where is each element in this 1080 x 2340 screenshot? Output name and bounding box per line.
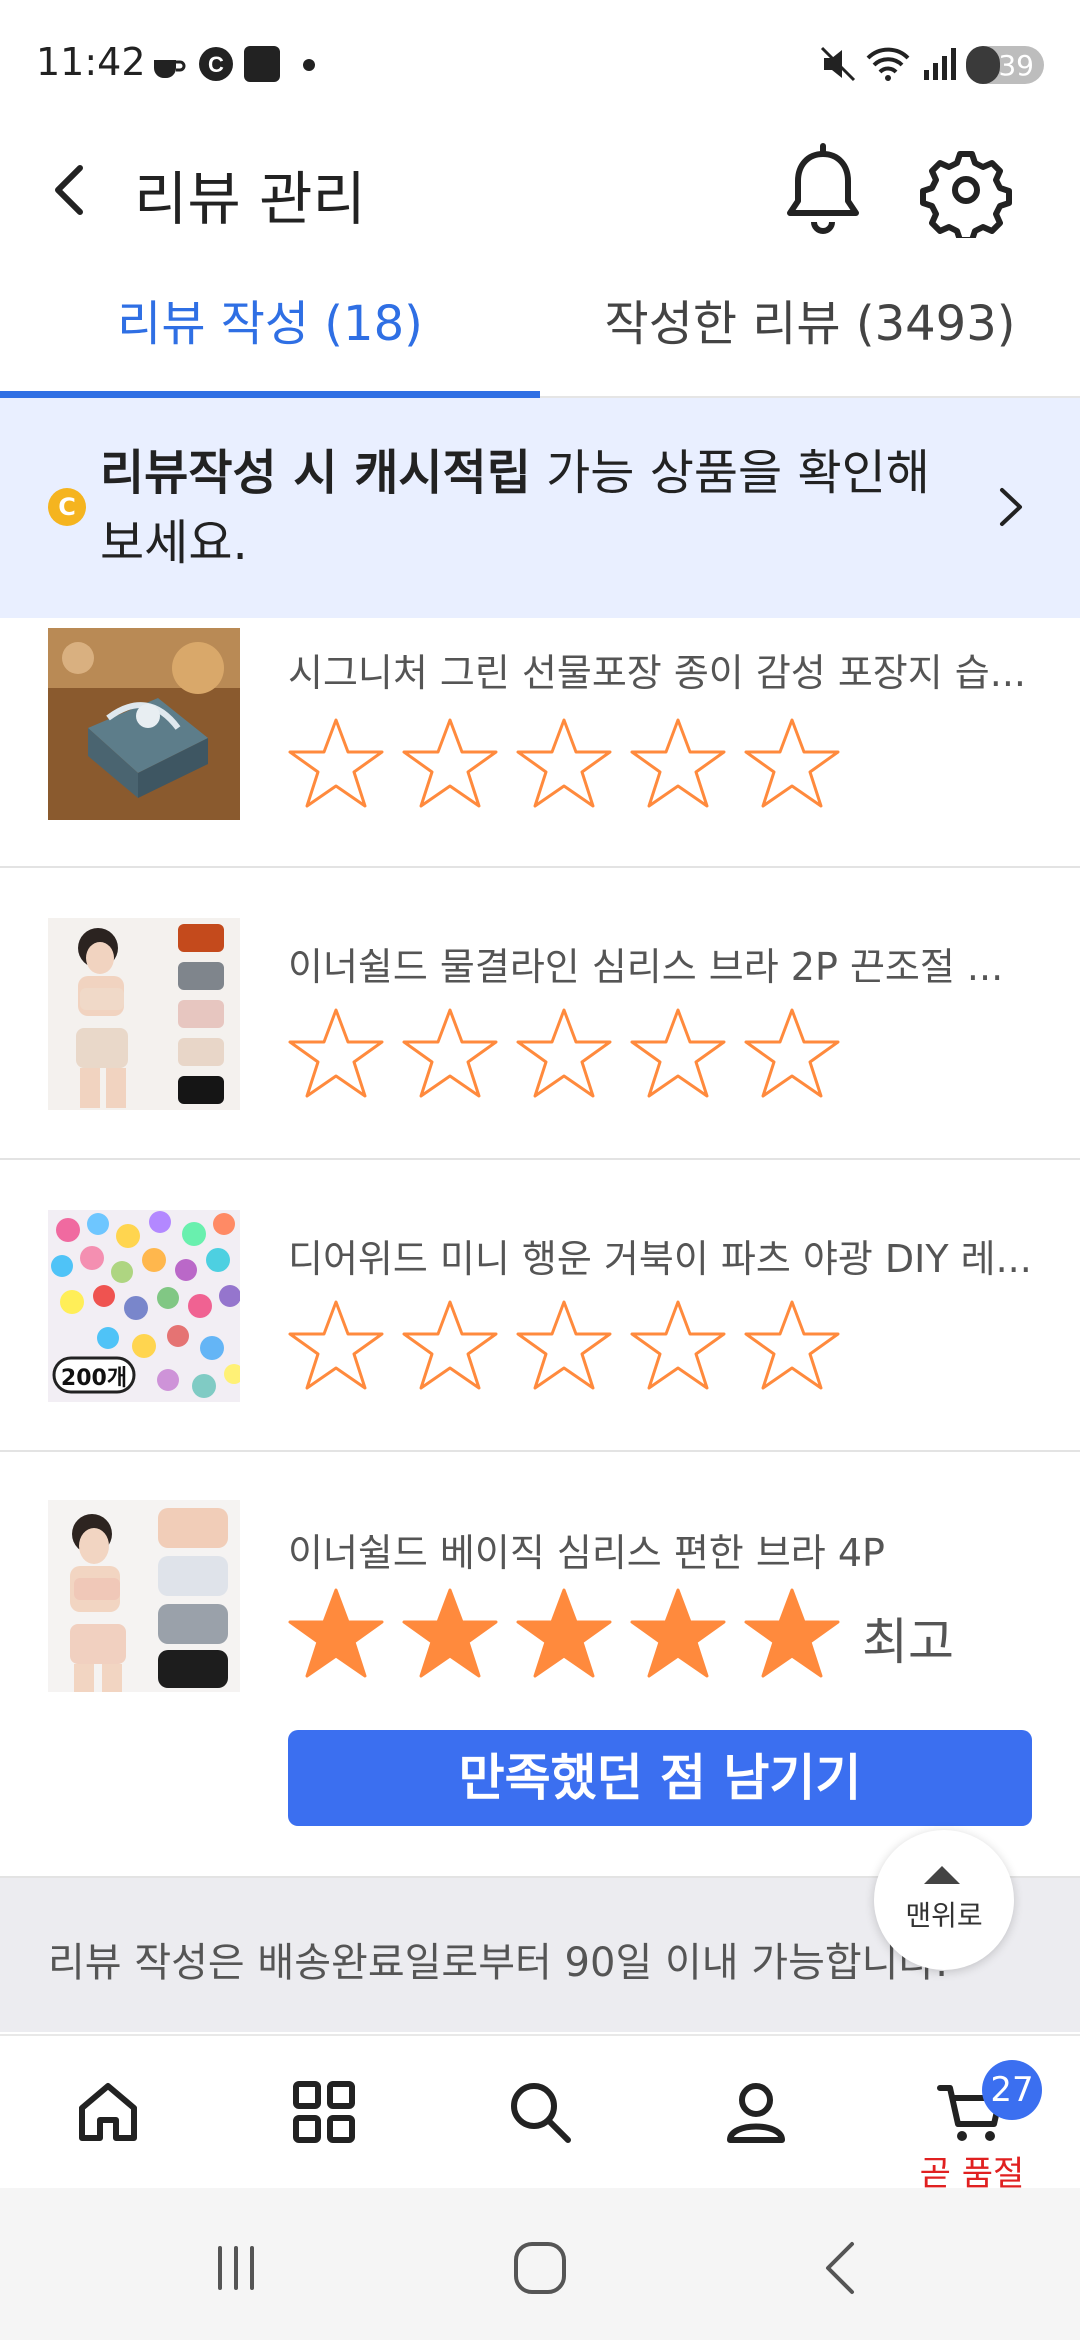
bell-icon[interactable] bbox=[778, 140, 868, 240]
nav-categories[interactable] bbox=[216, 2036, 432, 2188]
product-thumbnail[interactable] bbox=[48, 628, 240, 820]
tab-written-reviews[interactable]: 작성한 리뷰 (3493) bbox=[540, 268, 1080, 396]
arrow-up-icon bbox=[924, 1866, 960, 1884]
star-icon[interactable] bbox=[286, 1004, 386, 1104]
coin-icon: C bbox=[48, 488, 86, 526]
star-rating bbox=[286, 1584, 856, 1684]
star-icon[interactable] bbox=[514, 1296, 614, 1396]
footer-note-text: 리뷰 작성은 배송완료일로부터 90일 이내 가능합니다. bbox=[48, 1940, 948, 1986]
product-title[interactable]: 시그니처 그린 선물포장 종이 감성 포장지 습... bbox=[288, 642, 1028, 697]
lounge-icon bbox=[244, 46, 280, 82]
list-item: 이너쉴드 물결라인 심리스 브라 2P 끈조절 ... bbox=[0, 868, 1080, 1160]
star-icon[interactable] bbox=[400, 1584, 500, 1684]
back-icon[interactable] bbox=[40, 158, 104, 222]
review-tabs: 리뷰 작성 (18) 작성한 리뷰 (3493) bbox=[0, 268, 1080, 398]
dot-icon bbox=[303, 59, 315, 71]
recent-apps-icon[interactable] bbox=[196, 2228, 276, 2308]
thumbnail-badge: 200개 bbox=[60, 1366, 128, 1391]
cash-reward-banner[interactable]: C 리뷰작성 시 캐시적립 가능 상품을 확인해보세요. bbox=[0, 398, 1080, 618]
header: 리뷰 관리 bbox=[0, 130, 1080, 250]
signal-icon bbox=[924, 48, 956, 80]
star-rating bbox=[286, 1296, 856, 1396]
c-badge-icon: C bbox=[199, 47, 233, 81]
status-bar: 11:42 C 39 bbox=[0, 0, 1080, 130]
star-icon[interactable] bbox=[742, 1584, 842, 1684]
system-navigation-bar bbox=[0, 2188, 1080, 2340]
star-icon[interactable] bbox=[742, 1004, 842, 1104]
cart-count-badge: 27 bbox=[982, 2060, 1042, 2120]
home-button-icon[interactable] bbox=[500, 2228, 580, 2308]
bottom-navigation: 27 곧 품절 bbox=[0, 2034, 1080, 2194]
star-icon[interactable] bbox=[514, 1584, 614, 1684]
star-icon[interactable] bbox=[400, 714, 500, 814]
star-icon[interactable] bbox=[286, 714, 386, 814]
grid-icon bbox=[293, 2081, 355, 2143]
product-thumbnail[interactable] bbox=[48, 1500, 240, 1692]
page-title: 리뷰 관리 bbox=[134, 165, 366, 233]
product-thumbnail[interactable]: 200개 bbox=[48, 1210, 240, 1402]
nav-home[interactable] bbox=[0, 2036, 216, 2188]
product-title[interactable]: 이너쉴드 베이직 심리스 편한 브라 4P bbox=[288, 1522, 1028, 1577]
star-rating bbox=[286, 1004, 856, 1104]
list-item: 시그니처 그린 선물포장 종이 감성 포장지 습... bbox=[0, 618, 1080, 868]
chevron-right-icon bbox=[1000, 488, 1022, 526]
star-icon[interactable] bbox=[628, 1296, 728, 1396]
status-time: 11:42 bbox=[36, 40, 146, 84]
banner-text: 리뷰작성 시 캐시적립 가능 상품을 확인해보세요. bbox=[100, 438, 960, 578]
svg-text:C: C bbox=[208, 52, 224, 77]
product-thumbnail[interactable] bbox=[48, 918, 240, 1110]
product-title[interactable]: 디어위드 미니 행운 거북이 파츠 야광 DIY 레... bbox=[288, 1228, 1028, 1283]
gear-icon[interactable] bbox=[918, 142, 1014, 238]
battery-level: 39 bbox=[998, 49, 1034, 82]
nav-my-page[interactable] bbox=[648, 2036, 864, 2188]
scroll-to-top-label: 맨위로 bbox=[905, 1899, 983, 1932]
active-tab-indicator bbox=[0, 391, 540, 398]
rating-label: 최고 bbox=[862, 1613, 954, 1671]
star-icon[interactable] bbox=[514, 714, 614, 814]
nav-cart[interactable]: 27 곧 품절 bbox=[864, 2036, 1080, 2194]
star-rating bbox=[286, 714, 856, 814]
home-icon bbox=[79, 2083, 137, 2141]
scroll-to-top-button[interactable]: 맨위로 bbox=[874, 1830, 1014, 1970]
star-icon[interactable] bbox=[286, 1296, 386, 1396]
star-icon[interactable] bbox=[628, 1004, 728, 1104]
star-icon[interactable] bbox=[742, 714, 842, 814]
coffee-icon bbox=[154, 60, 186, 78]
system-back-icon[interactable] bbox=[802, 2228, 882, 2308]
list-item: 200개 디어위드 미니 행운 거북이 파츠 야광 DIY 레... bbox=[0, 1160, 1080, 1452]
star-icon[interactable] bbox=[400, 1004, 500, 1104]
search-icon bbox=[511, 2083, 571, 2143]
list-item: 이너쉴드 베이직 심리스 편한 브라 4P 최고 만족했던 점 남기기 bbox=[0, 1452, 1080, 1878]
mute-icon bbox=[820, 46, 856, 82]
star-icon[interactable] bbox=[400, 1296, 500, 1396]
star-icon[interactable] bbox=[628, 714, 728, 814]
tab-write-review[interactable]: 리뷰 작성 (18) bbox=[0, 268, 540, 396]
star-icon[interactable] bbox=[628, 1584, 728, 1684]
banner-bold-text: 리뷰작성 시 캐시적립 bbox=[100, 445, 531, 501]
nav-search[interactable] bbox=[432, 2036, 648, 2188]
star-icon[interactable] bbox=[286, 1584, 386, 1684]
user-icon bbox=[727, 2083, 785, 2143]
leave-review-button[interactable]: 만족했던 점 남기기 bbox=[288, 1730, 1032, 1826]
star-icon[interactable] bbox=[514, 1004, 614, 1104]
star-icon[interactable] bbox=[742, 1296, 842, 1396]
product-title[interactable]: 이너쉴드 물결라인 심리스 브라 2P 끈조절 ... bbox=[288, 936, 1028, 991]
wifi-icon bbox=[866, 47, 910, 81]
battery-indicator: 39 bbox=[966, 46, 1044, 84]
